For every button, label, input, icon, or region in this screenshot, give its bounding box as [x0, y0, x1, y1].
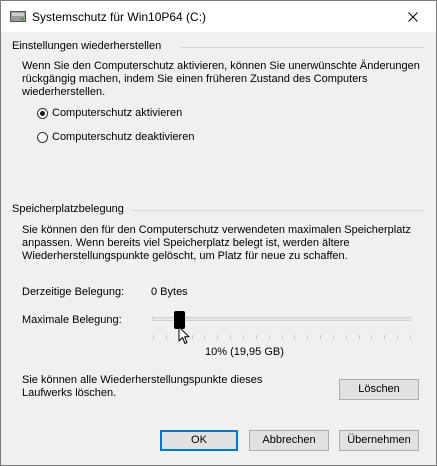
delete-button[interactable]: Löschen — [339, 379, 419, 400]
radio-enable-indicator[interactable] — [37, 108, 48, 119]
delete-points-text: Sie können alle Wiederherstellungspunkte… — [22, 374, 263, 399]
mouse-pointer-icon — [178, 326, 190, 348]
restore-settings-description: Wenn Sie den Computerschutz aktivieren, … — [22, 60, 420, 98]
slider-tick — [191, 335, 193, 339]
slider-tick — [294, 335, 296, 339]
close-icon — [408, 11, 418, 22]
current-usage-value: 0 Bytes — [151, 286, 188, 298]
slider-tick — [217, 335, 219, 339]
slider-tick — [384, 335, 386, 339]
cancel-button[interactable]: Abbrechen — [249, 430, 329, 451]
max-usage-value: 10% (19,95 GB) — [205, 346, 284, 358]
slider-tick — [242, 335, 244, 339]
slider-tick — [255, 335, 257, 339]
slider-tick — [371, 335, 373, 339]
apply-button[interactable]: Übernehmen — [339, 430, 419, 451]
slider-tick — [332, 335, 334, 339]
radio-disable-indicator[interactable] — [37, 132, 48, 143]
slider-tick — [281, 335, 283, 339]
slider-tick — [230, 335, 232, 339]
slider-tick — [165, 335, 167, 339]
slider-tick — [320, 335, 322, 339]
current-usage-label: Derzeitige Belegung: — [22, 286, 125, 298]
disk-space-group-title: Speicherplatzbelegung — [12, 203, 124, 215]
slider-tick — [204, 335, 206, 339]
slider-tick — [410, 335, 411, 339]
restore-settings-group-title: Einstellungen wiederherstellen — [12, 40, 162, 52]
slider-tick — [397, 335, 399, 339]
window-title: Systemschutz für Win10P64 (C:) — [32, 10, 207, 24]
close-button[interactable] — [390, 1, 436, 32]
slider-tick — [345, 335, 347, 339]
restore-settings-divider — [180, 47, 425, 48]
title-bar[interactable]: Systemschutz für Win10P64 (C:) — [1, 1, 436, 32]
radio-enable-label[interactable]: Computerschutz aktivieren — [52, 107, 182, 119]
slider-tick — [358, 335, 360, 339]
disk-space-divider — [131, 210, 425, 211]
system-protection-dialog: Systemschutz für Win10P64 (C:) Einstellu… — [0, 0, 437, 466]
ok-button[interactable]: OK — [160, 430, 238, 451]
slider-track[interactable] — [152, 317, 411, 321]
radio-disable-label[interactable]: Computerschutz deaktivieren — [52, 131, 194, 143]
max-usage-label: Maximale Belegung: — [22, 314, 122, 326]
disk-space-description: Sie können den für den Computerschutz ve… — [22, 224, 411, 262]
slider-tick — [307, 335, 309, 339]
slider-tick — [153, 335, 154, 339]
drive-icon — [10, 11, 26, 22]
slider-tick — [268, 335, 270, 339]
